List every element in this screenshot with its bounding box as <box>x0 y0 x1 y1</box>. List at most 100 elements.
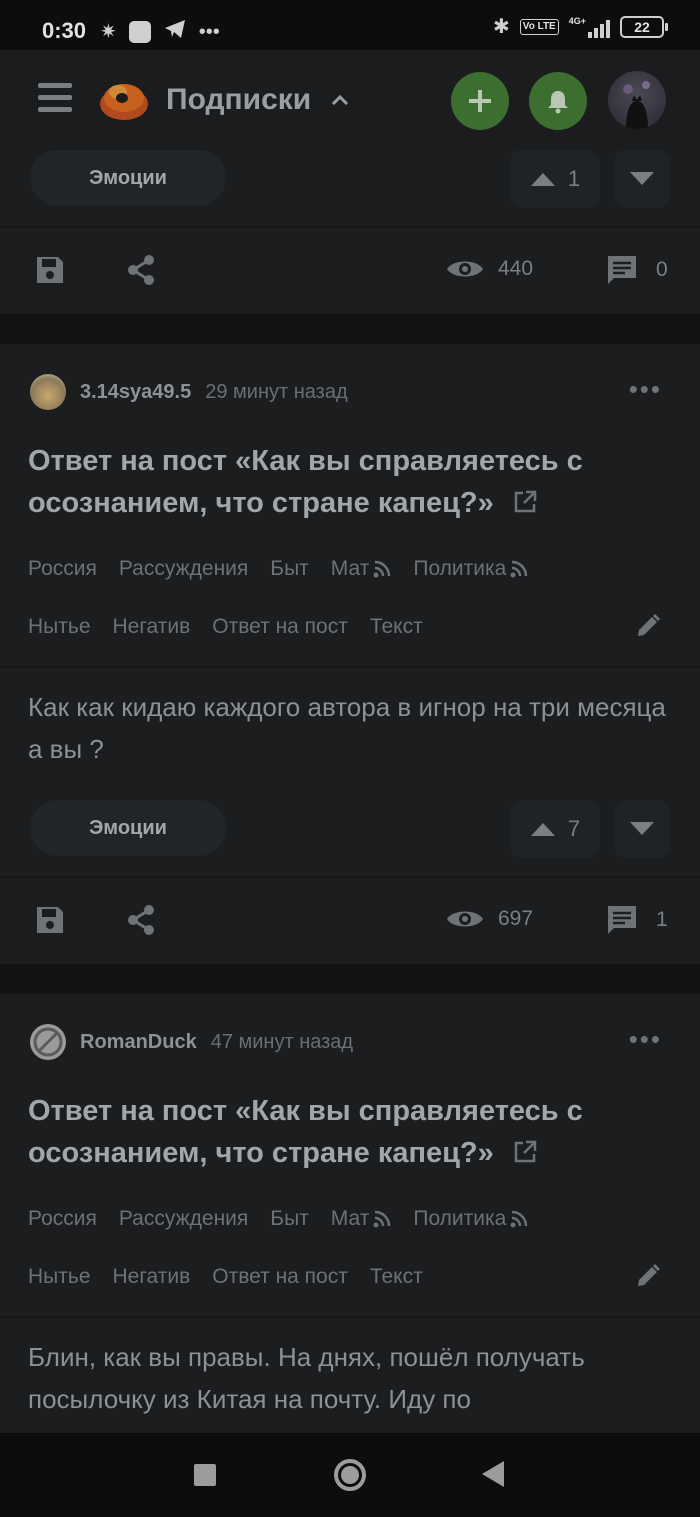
post-time: 29 минут назад <box>205 380 348 403</box>
system-nav-bar <box>0 1433 700 1517</box>
tag[interactable]: Мат <box>331 1207 392 1231</box>
tag[interactable]: Мат <box>331 557 392 581</box>
post-body: Как как кидаю каждого автора в игнор на … <box>28 692 666 764</box>
comments-count: 0 <box>656 258 668 281</box>
vote-count: 1 <box>567 166 581 191</box>
arrow-up-icon <box>530 173 555 186</box>
post-menu-button[interactable]: ••• <box>629 1024 662 1055</box>
author-name[interactable]: 3.14sya49.5 <box>80 381 191 404</box>
home-icon[interactable] <box>334 1459 366 1491</box>
comments-count: 1 <box>656 908 668 931</box>
author-name[interactable]: RomanDuck <box>80 1031 197 1054</box>
views-counter: 440 <box>446 256 533 282</box>
tag[interactable]: Негатив <box>113 615 191 639</box>
upvote-button[interactable]: 1 <box>510 150 600 208</box>
tag[interactable]: Негатив <box>113 1265 191 1289</box>
share-button[interactable] <box>126 904 156 936</box>
edit-tags-icon[interactable] <box>634 612 662 640</box>
post-title[interactable]: Ответ на пост «Как вы справляетесь с осо… <box>28 440 648 524</box>
comment-icon <box>608 256 636 284</box>
recents-icon[interactable] <box>194 1464 216 1486</box>
edit-tags-icon[interactable] <box>634 1262 662 1290</box>
share-button[interactable] <box>126 254 156 286</box>
rss-icon <box>510 560 528 578</box>
post-author[interactable]: RomanDuck 47 минут назад <box>30 1024 353 1060</box>
status-time: 0:30 <box>42 18 87 43</box>
share-icon <box>128 255 154 285</box>
post-author[interactable]: 3.14sya49.5 29 минут назад <box>30 374 348 410</box>
menu-icon[interactable] <box>38 83 72 113</box>
eye-icon <box>447 911 483 927</box>
rss-icon <box>373 1210 391 1228</box>
bluetooth-icon: ✱ <box>493 16 510 38</box>
comments-button[interactable]: 0 <box>606 254 668 286</box>
back-icon[interactable] <box>482 1461 504 1487</box>
tag[interactable]: Нытье <box>28 1265 91 1289</box>
upvote-button[interactable]: 7 <box>510 800 600 858</box>
tag[interactable]: Текст <box>370 1265 423 1289</box>
arrow-down-icon <box>630 172 654 185</box>
save-button[interactable] <box>34 254 66 286</box>
mi-icon <box>128 20 151 43</box>
app-header: Подписки <box>0 50 700 150</box>
divider <box>0 226 700 228</box>
post-card: RomanDuck 47 минут назад ••• Ответ на по… <box>0 994 700 1433</box>
views-count: 440 <box>498 257 534 280</box>
post-menu-button[interactable]: ••• <box>629 374 662 405</box>
tag[interactable]: Текст <box>370 615 423 639</box>
tag[interactable]: Политика <box>413 1207 528 1231</box>
arrow-up-icon <box>530 823 555 836</box>
emotions-button[interactable]: Эмоции <box>30 150 226 206</box>
post-tags: Россия Рассуждения Быт Мат Политика Ныть… <box>28 1190 668 1306</box>
tag[interactable]: Нытье <box>28 615 91 639</box>
post-time: 47 минут назад <box>210 1030 354 1053</box>
app-logo <box>100 84 148 120</box>
tag[interactable]: Россия <box>28 557 97 581</box>
add-post-button[interactable] <box>451 72 509 130</box>
more-icon: ••• <box>198 20 220 43</box>
post-card: 3.14sya49.5 29 минут назад ••• Ответ на … <box>0 344 700 964</box>
author-avatar <box>30 1024 66 1060</box>
signal-icon: 4G+ <box>569 16 610 38</box>
battery-icon: 22 <box>620 16 668 38</box>
tag[interactable]: Быт <box>270 557 309 581</box>
emotions-button[interactable]: Эмоции <box>30 800 226 856</box>
author-avatar <box>30 374 66 410</box>
external-link-icon[interactable] <box>512 1139 538 1165</box>
status-bar: 0:30 ✷ ••• ✱ Vo LTE 4G+ 22 <box>0 0 700 50</box>
chevron-up-icon[interactable] <box>330 90 350 110</box>
tag[interactable]: Быт <box>270 1207 309 1231</box>
post-body: Блин, как вы правы. На днях, пошёл получ… <box>28 1342 585 1414</box>
volte-icon: Vo LTE <box>519 19 559 35</box>
post-title-text[interactable]: Ответ на пост «Как вы справляетесь с осо… <box>28 1095 583 1169</box>
tag[interactable]: Рассуждения <box>119 557 248 581</box>
post-title[interactable]: Ответ на пост «Как вы справляетесь с осо… <box>28 1090 648 1174</box>
brightness-icon: ✷ <box>100 20 117 43</box>
post-tags: Россия Рассуждения Быт Мат Политика Ныть… <box>28 540 668 656</box>
divider <box>0 666 700 668</box>
save-icon <box>37 257 63 283</box>
downvote-button[interactable] <box>614 150 670 208</box>
post-title-text[interactable]: Ответ на пост «Как вы справляетесь с осо… <box>28 445 583 519</box>
network-type-label: 4G+ <box>568 16 586 26</box>
downvote-button[interactable] <box>614 800 670 858</box>
eye-icon <box>447 261 483 277</box>
tag[interactable]: Ответ на пост <box>212 615 348 639</box>
comments-button[interactable]: 1 <box>606 904 668 936</box>
arrow-down-icon <box>630 822 654 835</box>
tag[interactable]: Политика <box>413 557 528 581</box>
external-link-icon[interactable] <box>512 489 538 515</box>
page-title[interactable]: Подписки <box>166 83 311 117</box>
notifications-button[interactable] <box>529 72 587 130</box>
divider <box>0 876 700 878</box>
tag[interactable]: Рассуждения <box>119 1207 248 1231</box>
rss-icon <box>510 1210 528 1228</box>
save-button[interactable] <box>34 904 66 936</box>
views-counter: 697 <box>446 906 533 932</box>
user-avatar[interactable] <box>608 71 666 129</box>
telegram-icon <box>163 18 187 45</box>
share-icon <box>128 905 154 935</box>
views-count: 697 <box>498 907 534 930</box>
tag[interactable]: Россия <box>28 1207 97 1231</box>
tag[interactable]: Ответ на пост <box>212 1265 348 1289</box>
